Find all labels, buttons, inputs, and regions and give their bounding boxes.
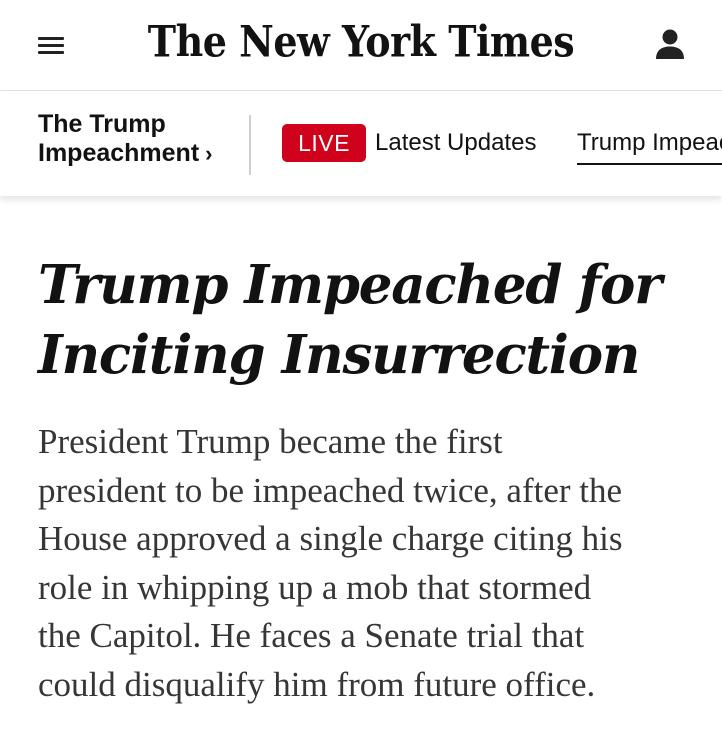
- summary-line: president to be impeached twice, after t…: [38, 470, 623, 510]
- article-headline[interactable]: Trump Impeached for Inciting Insurrectio…: [38, 250, 688, 390]
- summary-line: the Capitol. He faces a Senate trial tha…: [38, 616, 585, 655]
- divider: [249, 115, 251, 175]
- nyt-logo[interactable]: The New York Times: [0, 15, 722, 69]
- live-badge[interactable]: LIVE: [282, 124, 366, 162]
- chevron-right-icon: ›: [205, 141, 213, 166]
- summary-line: President Trump became the first: [38, 422, 503, 461]
- section-title-link[interactable]: The Trump Impeachment ›: [38, 110, 238, 168]
- summary-line: could disqualify him from future office.: [38, 664, 596, 704]
- section-title-text: Impeachment: [38, 139, 200, 167]
- tab-trump-impeachment[interactable]: Trump Impeac: [577, 129, 722, 165]
- article-summary: President Trump became the first preside…: [38, 418, 698, 709]
- section-title-line-1: The Trump: [38, 110, 166, 138]
- section-title-line-2: Impeachment ›: [38, 139, 238, 168]
- headline-line: Trump Impeached for: [38, 254, 662, 316]
- headline-line: Inciting Insurrection: [38, 324, 640, 386]
- user-account-icon: [656, 29, 684, 59]
- masthead: The New York Times: [0, 0, 722, 91]
- summary-line: House approved a single charge citing hi…: [38, 519, 623, 558]
- summary-line: role in whipping up a mob that stormed: [38, 567, 592, 607]
- section-nav-bar: The Trump Impeachment › LIVE Latest Updat…: [0, 91, 722, 196]
- tab-latest-updates[interactable]: Latest Updates: [375, 129, 536, 157]
- user-account-icon[interactable]: [652, 26, 688, 62]
